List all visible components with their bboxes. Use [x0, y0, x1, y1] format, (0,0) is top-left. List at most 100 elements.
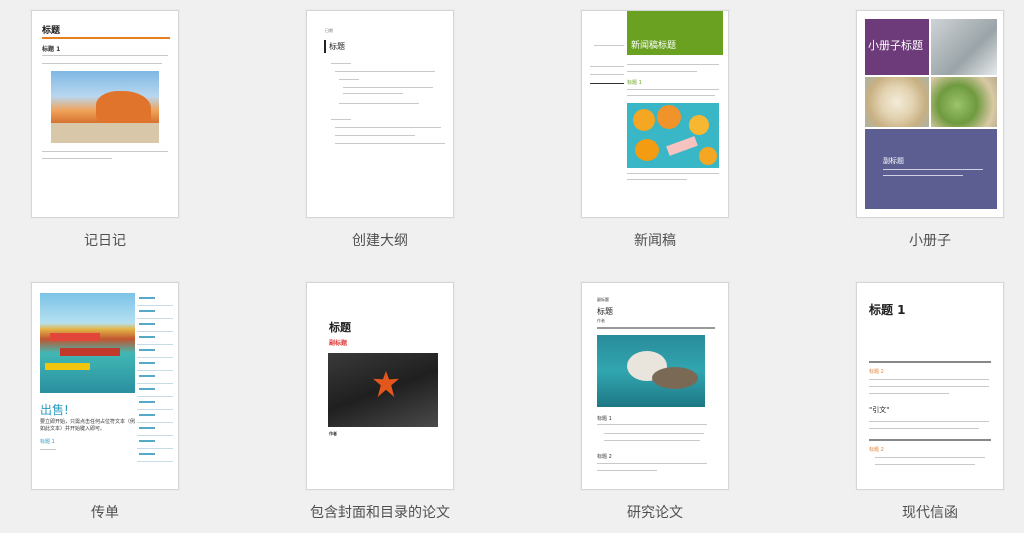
template-caption[interactable]: 创建大纲: [280, 230, 480, 250]
text-line: [875, 464, 975, 465]
outline-title-bar: [324, 40, 326, 53]
side-list-item: [137, 293, 173, 306]
text-line: [604, 440, 700, 441]
text-line: [627, 71, 697, 72]
divider: [597, 327, 715, 329]
boat-shape: [45, 363, 90, 370]
outline-title: 标题: [329, 42, 345, 51]
boats-photo: [40, 293, 135, 393]
flyer-body: 要立即开始，只需点击任何占位符文本（例如此文本）并开始键入即可。: [40, 419, 136, 432]
text-line: [335, 71, 435, 72]
rock-shape: [96, 91, 151, 126]
text-line: [869, 421, 989, 422]
text-line: [597, 424, 707, 425]
text-line: [40, 449, 56, 450]
newsletter-thumbnail[interactable]: 新闻稿标题 标题 1: [581, 10, 729, 218]
text-line: [869, 393, 949, 394]
journal-heading: 标题 1: [42, 46, 61, 53]
journal-thumbnail[interactable]: 标题 标题 1: [31, 10, 179, 218]
template-caption[interactable]: 现代信函: [830, 502, 1024, 522]
template-caption[interactable]: 小册子: [830, 230, 1024, 250]
apricot-shape: [657, 105, 681, 129]
text-line: [604, 433, 704, 434]
research-title: 标题: [597, 307, 613, 316]
boat-shape: [60, 348, 120, 356]
booklet-info-block: 副标题: [865, 129, 997, 209]
report-subtitle: 副标题: [329, 340, 348, 347]
newsletter-banner-title: 新闻稿标题: [631, 41, 677, 51]
letter-heading: 标题 2: [869, 369, 884, 375]
booklet-thumbnail[interactable]: 小册子标题 副标题: [856, 10, 1004, 218]
side-list-item: [137, 384, 173, 397]
letter-thumbnail[interactable]: 标题 1 标题 2 "引文" 标题 2: [856, 282, 1004, 490]
text-line: [335, 135, 415, 136]
text-line: [883, 175, 963, 176]
fruit-photo: [627, 103, 719, 168]
text-line: [597, 470, 657, 471]
letter-quote: "引文": [869, 406, 890, 414]
text-line: [594, 45, 624, 46]
journal-accent-rule: [42, 37, 170, 39]
flyer-side-list: [137, 293, 173, 462]
side-list-item: [137, 449, 173, 462]
divider: [869, 361, 991, 363]
text-line: [335, 127, 441, 128]
boat-shape: [50, 333, 100, 341]
flyer-thumbnail[interactable]: 出售! 要立即开始，只需点击任何占位符文本（例如此文本）并开始键入即可。 标题 …: [31, 282, 179, 490]
side-list-item: [137, 436, 173, 449]
side-list-item: [137, 306, 173, 319]
report-title: 标题: [329, 321, 351, 334]
template-caption[interactable]: 记日记: [5, 230, 205, 250]
flyer-heading: 标题 1: [40, 439, 55, 445]
text-line: [343, 93, 403, 94]
apricot-shape: [689, 115, 709, 135]
journal-title: 标题: [42, 26, 61, 36]
template-caption[interactable]: 传单: [5, 502, 205, 522]
template-caption[interactable]: 新闻稿: [555, 230, 755, 250]
divider: [869, 439, 991, 441]
beach-photo: [51, 71, 159, 143]
text-line: [627, 173, 719, 174]
text-line: [590, 66, 624, 67]
maple-leaf-shape: [373, 371, 399, 397]
report-thumbnail[interactable]: 标题 副标题 作者: [306, 282, 454, 490]
side-list-item: [137, 358, 173, 371]
newsletter-heading: 标题 1: [627, 80, 642, 86]
outline-thumbnail[interactable]: 日期 标题: [306, 10, 454, 218]
booklet-subtitle: 副标题: [883, 157, 904, 165]
report-author: 作者: [329, 431, 337, 436]
text-line: [42, 63, 162, 64]
research-heading-2: 标题 2: [597, 454, 612, 460]
text-line: [343, 87, 433, 88]
text-line: [339, 79, 359, 80]
text-line: [42, 55, 168, 56]
text-line: [627, 95, 715, 96]
research-small-label: 副标题: [597, 297, 609, 302]
text-line: [869, 428, 979, 429]
flyer-sale-text: 出售!: [40, 403, 69, 417]
sand-shape: [51, 123, 159, 143]
text-line: [597, 463, 707, 464]
side-list-item: [137, 332, 173, 345]
side-list-item: [137, 410, 173, 423]
research-heading-1: 标题 1: [597, 416, 612, 422]
napkin-shape: [666, 136, 698, 156]
newsletter-banner: 新闻稿标题: [627, 11, 723, 55]
interior-photo: [931, 19, 997, 75]
text-line: [875, 457, 985, 458]
salad-photo: [931, 77, 997, 127]
booklet-title: 小册子标题: [868, 39, 923, 52]
side-list-item: [137, 345, 173, 358]
letter-title: 标题 1: [869, 303, 906, 317]
text-line: [627, 64, 719, 65]
text-line: [590, 74, 624, 75]
text-line: [331, 63, 351, 64]
template-caption[interactable]: 包含封面和目录的论文: [280, 502, 480, 522]
template-caption[interactable]: 研究论文: [555, 502, 755, 522]
letter-heading-2: 标题 2: [869, 447, 884, 453]
side-list-item: [137, 423, 173, 436]
text-line: [335, 143, 445, 144]
research-author: 作者: [597, 318, 605, 323]
research-thumbnail[interactable]: 副标题 标题 作者 标题 1 标题 2: [581, 282, 729, 490]
text-line: [42, 158, 112, 159]
